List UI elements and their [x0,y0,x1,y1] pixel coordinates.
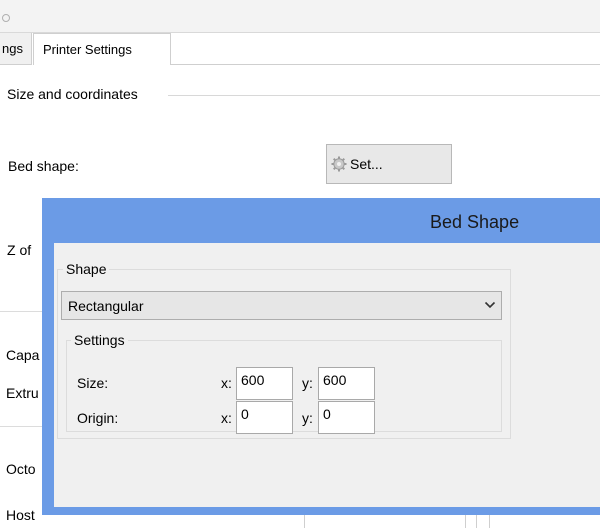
size-y-input[interactable]: 600 [318,367,375,400]
tab-underline [171,64,600,65]
octoprint-label: Octo [6,461,36,477]
group-title: Size and coordinates [7,86,138,102]
gear-icon [331,156,347,172]
size-x-prefix: x: [221,375,232,391]
origin-x-input[interactable]: 0 [236,401,293,434]
tab-printer-settings-label: Printer Settings [43,42,132,57]
dialog-title: Bed Shape [430,212,520,232]
capabilities-label: Capa [6,347,40,363]
tab-print-settings[interactable]: ngs [0,33,32,65]
bed-shape-label: Bed shape: [8,158,79,174]
host-browse-button[interactable] [476,514,490,528]
origin-label: Origin: [77,410,119,426]
size-x-input[interactable]: 600 [236,367,293,400]
tab-print-settings-label: ngs [2,41,23,56]
extruders-label: Extru [6,385,39,401]
size-y-prefix: y: [302,375,313,391]
set-button-label: Set... [350,156,383,172]
host-label: Host [6,507,35,523]
size-label: Size: [77,375,109,391]
shape-select-value: Rectangular [68,297,144,314]
origin-x-prefix: x: [221,410,232,426]
shape-group-legend: Shape [63,261,110,277]
origin-y-prefix: y: [302,410,313,426]
tab-printer-settings[interactable]: Printer Settings [33,33,171,65]
window-corner-icon [2,14,10,22]
origin-y-input[interactable]: 0 [318,401,375,434]
group-divider [168,95,600,96]
z-offset-label: Z of [7,242,32,258]
bed-shape-set-button[interactable]: Set... [326,144,452,184]
chevron-down-icon[interactable] [484,300,496,310]
shape-select[interactable]: Rectangular [61,291,502,320]
host-input[interactable] [304,514,466,528]
settings-group-legend: Settings [71,332,128,348]
window-top-strip [0,0,600,33]
